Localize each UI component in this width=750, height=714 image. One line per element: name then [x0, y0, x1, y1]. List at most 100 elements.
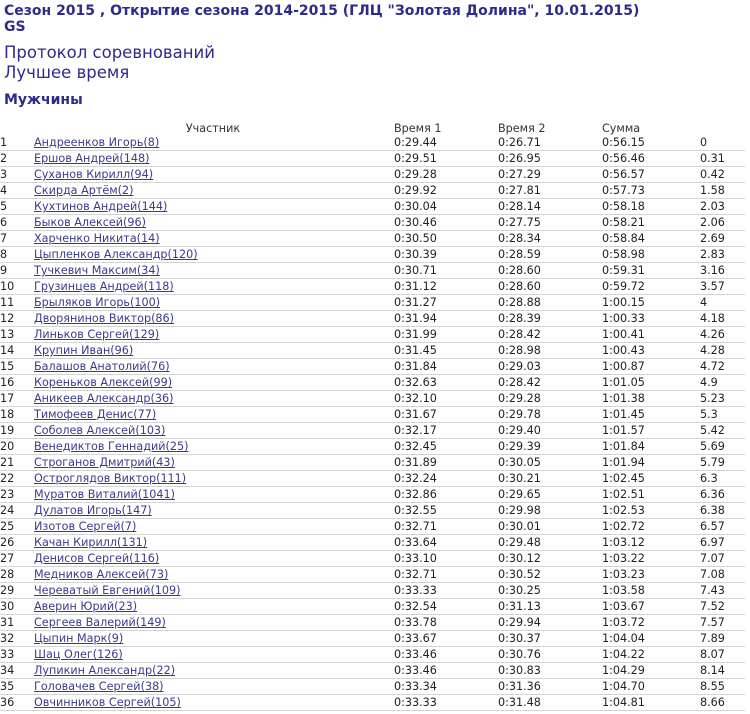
- participant-cell: Муратов Виталий(1041): [32, 486, 394, 503]
- total-cell: 1:04.81: [602, 694, 700, 711]
- participant-cell: Дворянинов Виктор(86): [32, 310, 394, 327]
- participant-link[interactable]: Тучкевич Максим(34): [34, 264, 160, 277]
- participant-link[interactable]: Кухтинов Андрей(144): [34, 200, 167, 213]
- participant-link[interactable]: Харченко Никита(14): [34, 232, 160, 245]
- participant-link[interactable]: Изотов Сергей(7): [34, 520, 136, 533]
- participant-link[interactable]: Муратов Виталий(1041): [34, 488, 175, 501]
- participant-cell: Шац Олег(126): [32, 646, 394, 663]
- table-row: 6 Быков Алексей(96) 0:30.46 0:27.75 0:58.21 2…: [0, 214, 745, 231]
- participant-link[interactable]: Цыпин Марк(9): [34, 632, 123, 645]
- total-cell: 1:01.38: [602, 390, 700, 407]
- participant-link[interactable]: Аникеев Александр(36): [34, 392, 173, 405]
- participant-link-wrap: Соболев Алексей(103): [32, 424, 165, 437]
- place-cell: 11: [0, 294, 32, 311]
- total-cell: 1:04.29: [602, 662, 700, 679]
- time1-cell: 0:32.55: [394, 502, 498, 519]
- participant-link[interactable]: Скирда Артём(2): [34, 184, 134, 197]
- time1-cell: 0:32.86: [394, 486, 498, 503]
- participant-link[interactable]: Качан Кирилл(131): [34, 536, 147, 549]
- participant-link[interactable]: Кореньков Алексей(99): [34, 376, 172, 389]
- time2-cell: 0:26.71: [498, 135, 602, 151]
- participant-link-wrap: Головачев Сергей(38): [32, 680, 164, 693]
- total-cell: 1:02.53: [602, 502, 700, 519]
- participant-cell: Грузинцев Андрей(118): [32, 278, 394, 295]
- total-cell: 1:02.45: [602, 470, 700, 487]
- table-row: 5 Кухтинов Андрей(144) 0:30.04 0:28.14 0:58.…: [0, 198, 745, 215]
- time1-cell: 0:33.67: [394, 630, 498, 647]
- time2-cell: 0:28.42: [498, 326, 602, 343]
- time1-cell: 0:31.99: [394, 326, 498, 343]
- results-body: 1 Андреенков Игорь(8) 0:29.44 0:26.71 0:56.1…: [0, 135, 745, 711]
- participant-link[interactable]: Тимофеев Денис(77): [34, 408, 156, 421]
- participant-link[interactable]: Крупин Иван(96): [34, 344, 133, 357]
- participant-link[interactable]: Балашов Анатолий(76): [34, 360, 170, 373]
- participant-link[interactable]: Денисов Сергей(116): [34, 552, 159, 565]
- participant-link[interactable]: Грузинцев Андрей(118): [34, 280, 174, 293]
- place-cell: 35: [0, 678, 32, 695]
- time1-cell: 0:31.12: [394, 278, 498, 295]
- participant-link[interactable]: Овчинников Сергей(105): [34, 696, 181, 709]
- time1-cell: 0:33.10: [394, 550, 498, 567]
- place-cell: 4: [0, 182, 32, 199]
- participant-link[interactable]: Дворянинов Виктор(86): [34, 312, 174, 325]
- time2-cell: 0:28.88: [498, 294, 602, 311]
- participant-link[interactable]: Сергеев Валерий(149): [34, 616, 166, 629]
- place-cell: 10: [0, 278, 32, 295]
- time1-cell: 0:32.54: [394, 598, 498, 615]
- table-row: 23 Муратов Виталий(1041) 0:32.86 0:29.65 1:0…: [0, 486, 745, 503]
- participant-link[interactable]: Брыляков Игорь(100): [34, 296, 160, 309]
- total-cell: 1:03.23: [602, 566, 700, 583]
- participant-cell: Быков Алексей(96): [32, 214, 394, 231]
- participant-cell: Аверин Юрий(23): [32, 598, 394, 615]
- participant-link[interactable]: Ершов Андрей(148): [34, 152, 149, 165]
- participant-link[interactable]: Лупикин Александр(22): [34, 664, 175, 677]
- table-row: 28 Медников Алексей(73) 0:32.71 0:30.52 1:03…: [0, 566, 745, 583]
- participant-link[interactable]: Медников Алексей(73): [34, 568, 168, 581]
- time2-cell: 0:29.03: [498, 358, 602, 375]
- participant-link-wrap: Грузинцев Андрей(118): [32, 280, 174, 293]
- time1-cell: 0:33.33: [394, 694, 498, 711]
- participant-link[interactable]: Суханов Кирилл(94): [34, 168, 153, 181]
- participant-link[interactable]: Дулатов Игорь(147): [34, 504, 152, 517]
- participant-link[interactable]: Линьков Сергей(129): [34, 328, 159, 341]
- total-cell: 0:56.46: [602, 150, 700, 167]
- gap-cell: 6.38: [700, 502, 745, 519]
- participant-cell: Венедиктов Геннадий(25): [32, 438, 394, 455]
- participant-link[interactable]: Андреенков Игорь(8): [34, 136, 159, 149]
- time1-cell: 0:32.10: [394, 390, 498, 407]
- participant-link[interactable]: Быков Алексей(96): [34, 216, 146, 229]
- place-cell: 19: [0, 422, 32, 439]
- table-row: 18 Тимофеев Денис(77) 0:31.67 0:29.78 1:01.4…: [0, 406, 745, 423]
- gap-cell: 6.3: [700, 470, 745, 487]
- place-cell: 13: [0, 326, 32, 343]
- place-cell: 33: [0, 646, 32, 663]
- time2-cell: 0:29.39: [498, 438, 602, 455]
- group-heading: Мужчины: [4, 92, 83, 108]
- table-row: 1 Андреенков Игорь(8) 0:29.44 0:26.71 0:56.1…: [0, 135, 745, 151]
- participant-link[interactable]: Череватый Евгений(109): [34, 584, 181, 597]
- table-row: 17 Аникеев Александр(36) 0:32.10 0:29.28 1:0…: [0, 390, 745, 407]
- place-cell: 2: [0, 150, 32, 167]
- time1-cell: 0:31.89: [394, 454, 498, 471]
- time2-cell: 0:28.34: [498, 230, 602, 247]
- table-row: 36 Овчинников Сергей(105) 0:33.33 0:31.48 1:…: [0, 694, 745, 711]
- time1-cell: 0:29.51: [394, 150, 498, 167]
- place-cell: 29: [0, 582, 32, 599]
- participant-link[interactable]: Остроглядов Виктор(111): [34, 472, 186, 485]
- participant-link[interactable]: Цыпленков Александр(120): [34, 248, 198, 261]
- time2-cell: 0:28.39: [498, 310, 602, 327]
- participant-link[interactable]: Шац Олег(126): [34, 648, 123, 661]
- participant-link[interactable]: Аверин Юрий(23): [34, 600, 137, 613]
- participant-link[interactable]: Венедиктов Геннадий(25): [34, 440, 188, 453]
- participant-link[interactable]: Головачев Сергей(38): [34, 680, 164, 693]
- participant-link-wrap: Ершов Андрей(148): [32, 152, 149, 165]
- time1-cell: 0:33.46: [394, 662, 498, 679]
- gap-cell: 6.36: [700, 486, 745, 503]
- place-cell: 30: [0, 598, 32, 615]
- participant-link[interactable]: Строганов Дмитрий(43): [34, 456, 175, 469]
- participant-link[interactable]: Соболев Алексей(103): [34, 424, 165, 437]
- participant-link-wrap: Лупикин Александр(22): [32, 664, 175, 677]
- gap-cell: 7.07: [700, 550, 745, 567]
- table-row: 35 Головачев Сергей(38) 0:33.34 0:31.36 1:04…: [0, 678, 745, 695]
- gap-cell: 4.28: [700, 342, 745, 359]
